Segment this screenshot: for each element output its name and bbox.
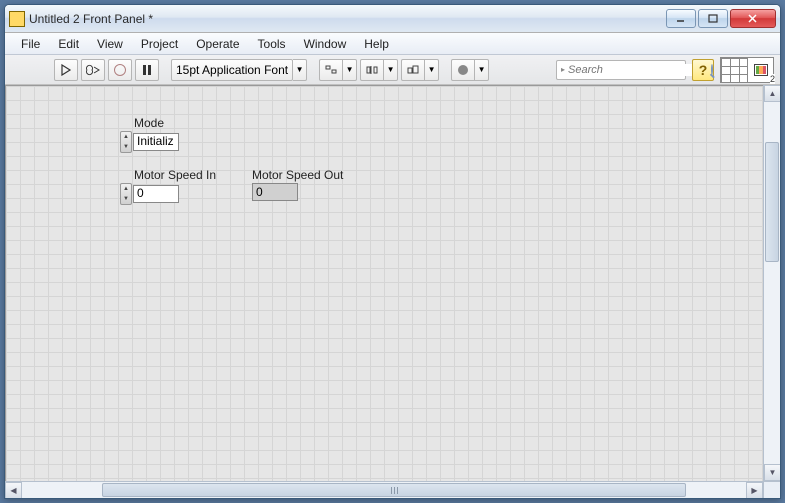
horizontal-scrollbar[interactable]: ◀ ▶ [5,481,763,498]
hscroll-thumb[interactable] [102,483,686,497]
resize-button[interactable] [401,59,425,81]
labview-icon [9,11,25,27]
vi-index: 2 [770,74,775,84]
motor-speed-out-value: 0 [252,183,298,201]
gear-icon [458,65,468,75]
scroll-right-button[interactable]: ▶ [746,482,763,499]
scroll-down-button[interactable]: ▼ [764,464,781,481]
minimize-button[interactable] [666,9,696,28]
motor-speed-in-spin-arrows[interactable]: ▲▼ [120,183,132,205]
content-area: Mode ▲▼ Initializ Motor Speed In ▲▼ 0 Mo… [5,85,780,481]
menu-operate[interactable]: Operate [188,35,247,53]
close-button[interactable] [730,9,776,28]
font-dropdown[interactable]: ▼ [293,59,307,81]
front-panel-canvas[interactable]: Mode ▲▼ Initializ Motor Speed In ▲▼ 0 Mo… [5,85,763,481]
motor-speed-in-value[interactable]: 0 [133,185,179,203]
mode-label: Mode [134,116,164,130]
search-input[interactable] [568,64,711,76]
menu-edit[interactable]: Edit [50,35,87,53]
vscroll-thumb[interactable] [765,142,779,262]
mode-control[interactable]: ▲▼ Initializ [120,131,179,153]
motor-speed-out-label: Motor Speed Out [252,168,343,182]
menu-window[interactable]: Window [296,35,355,53]
reorder-dropdown[interactable]: ▼ [475,59,489,81]
mode-spin-arrows[interactable]: ▲▼ [120,131,132,153]
reorder-button[interactable] [451,59,475,81]
window-title: Untitled 2 Front Panel * [29,12,666,26]
menu-tools[interactable]: Tools [250,35,294,53]
scroll-up-button[interactable]: ▲ [764,85,781,102]
abort-icon [114,64,126,76]
motor-speed-in-control[interactable]: ▲▼ 0 [120,183,179,205]
font-label: 15pt Application Font [176,63,288,77]
pause-icon [143,65,151,75]
connector-pane[interactable] [720,57,748,83]
align-button[interactable] [319,59,343,81]
menubar: File Edit View Project Operate Tools Win… [5,33,780,55]
vi-icon[interactable]: 2 [748,57,774,83]
menu-view[interactable]: View [89,35,131,53]
vscroll-track[interactable] [764,102,780,464]
menu-help[interactable]: Help [356,35,397,53]
menu-file[interactable]: File [13,35,48,53]
hscroll-track[interactable] [22,482,746,498]
search-box[interactable]: ▸ [556,60,686,80]
distribute-button[interactable] [360,59,384,81]
app-window: Untitled 2 Front Panel * File Edit View … [4,4,781,499]
run-continuous-button[interactable] [81,59,105,81]
toolbar: 15pt Application Font ▼ ▼ ▼ ▼ ▼ ▸ ? 2 [5,55,780,85]
font-selector[interactable]: 15pt Application Font [171,59,293,81]
run-button[interactable] [54,59,78,81]
vertical-scrollbar[interactable]: ▲ ▼ [763,85,780,481]
distribute-dropdown[interactable]: ▼ [384,59,398,81]
menu-project[interactable]: Project [133,35,186,53]
search-arrow-icon: ▸ [561,65,565,74]
vi-icon-connector[interactable]: 2 [720,57,774,83]
pause-button[interactable] [135,59,159,81]
resize-dropdown[interactable]: ▼ [425,59,439,81]
scroll-corner [763,481,780,498]
titlebar[interactable]: Untitled 2 Front Panel * [5,5,780,33]
search-icon[interactable] [711,64,713,75]
motor-speed-in-label: Motor Speed In [134,168,216,182]
vi-icon-image [754,64,768,76]
maximize-button[interactable] [698,9,728,28]
scroll-left-button[interactable]: ◀ [5,482,22,499]
mode-value[interactable]: Initializ [133,133,179,151]
align-dropdown[interactable]: ▼ [343,59,357,81]
abort-button[interactable] [108,59,132,81]
motor-speed-out-indicator: 0 [252,183,298,201]
